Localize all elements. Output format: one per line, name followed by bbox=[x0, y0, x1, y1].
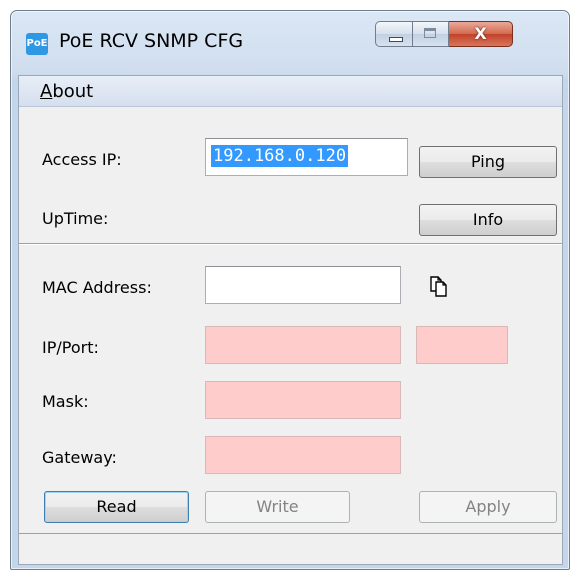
mask-label: Mask: bbox=[42, 392, 89, 411]
mac-address-field[interactable] bbox=[205, 266, 401, 304]
menu-about-label: bout bbox=[52, 81, 94, 102]
menu-about[interactable]: About bbox=[40, 81, 93, 102]
app-window: PoE PoE RCV SNMP CFG X About Access IP: … bbox=[10, 10, 570, 570]
maximize-button[interactable] bbox=[413, 21, 449, 47]
mac-address-label: MAC Address: bbox=[42, 278, 152, 297]
access-ip-input[interactable]: 192.168.0.120 bbox=[205, 138, 408, 176]
close-icon: X bbox=[474, 24, 487, 43]
ip-field[interactable] bbox=[205, 326, 401, 364]
access-ip-label: Access IP: bbox=[42, 150, 122, 169]
window-title: PoE RCV SNMP CFG bbox=[59, 30, 244, 52]
uptime-label: UpTime: bbox=[42, 209, 109, 228]
minimize-button[interactable] bbox=[375, 21, 413, 47]
caption-buttons: X bbox=[375, 21, 513, 47]
read-button[interactable]: Read bbox=[44, 491, 189, 523]
menu-bar: About bbox=[19, 76, 562, 107]
title-bar[interactable]: PoE PoE RCV SNMP CFG X bbox=[11, 11, 569, 75]
port-field[interactable] bbox=[416, 326, 508, 364]
ip-port-label: IP/Port: bbox=[42, 338, 99, 357]
write-button[interactable]: Write bbox=[205, 491, 350, 523]
app-icon: PoE bbox=[26, 33, 48, 55]
gateway-field[interactable] bbox=[205, 436, 401, 474]
section-divider bbox=[19, 243, 562, 245]
info-button[interactable]: Info bbox=[419, 204, 557, 236]
close-button[interactable]: X bbox=[449, 21, 513, 47]
ping-button[interactable]: Ping bbox=[419, 146, 557, 178]
minimize-icon bbox=[389, 37, 403, 42]
access-ip-value: 192.168.0.120 bbox=[211, 145, 349, 167]
apply-button[interactable]: Apply bbox=[419, 491, 557, 523]
menu-about-accelerator: A bbox=[40, 81, 53, 102]
client-area: About Access IP: 192.168.0.120 Ping UpTi… bbox=[18, 75, 563, 565]
copy-icon[interactable] bbox=[429, 274, 449, 298]
mask-field[interactable] bbox=[205, 381, 401, 419]
gateway-label: Gateway: bbox=[42, 448, 117, 467]
maximize-icon bbox=[424, 28, 436, 38]
status-bar bbox=[19, 533, 562, 564]
